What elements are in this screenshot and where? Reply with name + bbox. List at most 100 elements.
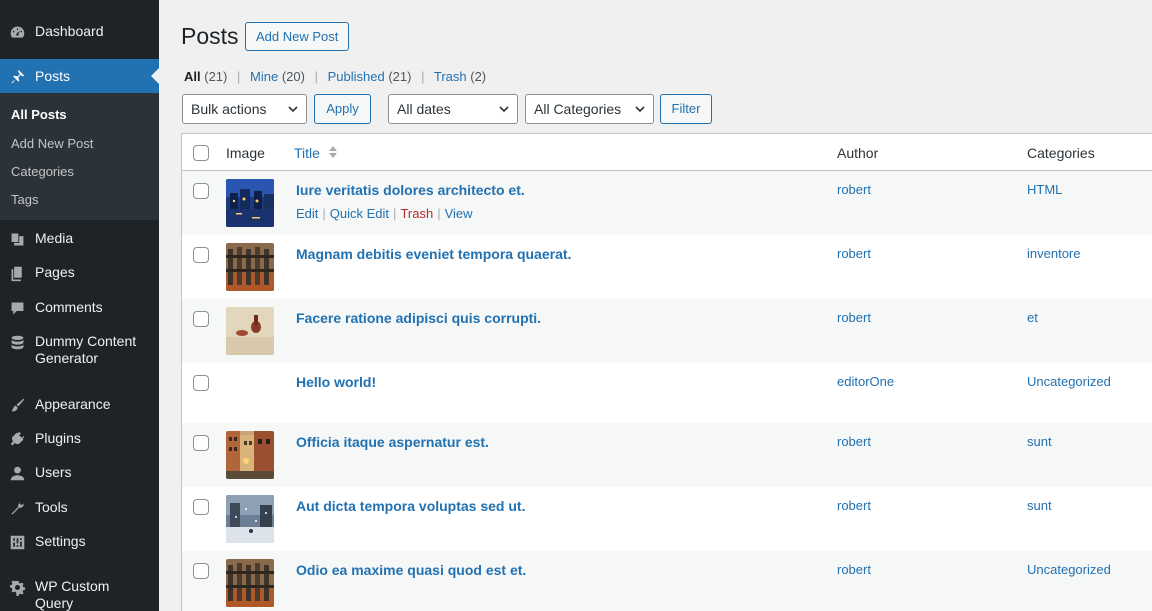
- posts-submenu: All Posts Add New Post Categories Tags: [0, 93, 159, 220]
- post-category-link[interactable]: Uncategorized: [1027, 562, 1111, 577]
- row-checkbox[interactable]: [193, 375, 209, 391]
- post-category-link[interactable]: Uncategorized: [1027, 374, 1111, 389]
- post-author-link[interactable]: editorOne: [837, 374, 894, 389]
- view-published-count: (21): [388, 69, 412, 84]
- trash-link[interactable]: Trash: [400, 206, 433, 221]
- row-checkbox[interactable]: [193, 499, 209, 515]
- media-icon: [7, 229, 27, 249]
- post-title-link[interactable]: Facere ratione adipisci quis corrupti.: [296, 310, 541, 326]
- sort-indicator-icon[interactable]: [328, 144, 338, 160]
- menu-item-media[interactable]: Media: [0, 229, 159, 249]
- users-icon: [7, 463, 27, 483]
- post-thumbnail[interactable]: [226, 495, 274, 543]
- menu-label: Plugins: [35, 430, 81, 446]
- post-author-link[interactable]: robert: [837, 498, 871, 513]
- row-checkbox[interactable]: [193, 563, 209, 579]
- menu-item-appearance[interactable]: Appearance: [0, 395, 159, 415]
- settings-icon: [7, 532, 27, 552]
- main-content: Posts Add New Post All (21) | Mine (20) …: [159, 0, 1152, 611]
- comments-icon: [7, 298, 27, 318]
- column-categories: Categories: [1027, 145, 1095, 161]
- menu-item-users[interactable]: Users: [0, 463, 159, 483]
- bulk-actions-select[interactable]: Bulk actions: [182, 94, 307, 124]
- post-thumbnail[interactable]: [226, 179, 274, 227]
- menu-item-dummy-content-generator[interactable]: Dummy Content Generator: [0, 332, 159, 367]
- post-author-link[interactable]: robert: [837, 310, 871, 325]
- row-checkbox[interactable]: [193, 435, 209, 451]
- row-checkbox[interactable]: [193, 311, 209, 327]
- submenu-all-posts[interactable]: All Posts: [11, 107, 67, 122]
- wrench-icon: [7, 498, 27, 518]
- dates-select[interactable]: All dates: [388, 94, 518, 124]
- view-mine-count: (20): [281, 69, 305, 84]
- apply-button[interactable]: Apply: [314, 94, 371, 124]
- menu-item-pages[interactable]: Pages: [0, 263, 159, 283]
- menu-item-tools[interactable]: Tools: [0, 498, 159, 518]
- post-status-filter: All (21) | Mine (20) | Published (21) | …: [184, 69, 486, 84]
- submenu-categories[interactable]: Categories: [11, 164, 74, 179]
- post-author-link[interactable]: robert: [837, 434, 871, 449]
- menu-label: Tools: [35, 499, 68, 515]
- chevron-down-icon: [499, 106, 509, 113]
- pushpin-icon: [7, 66, 27, 86]
- view-link[interactable]: View: [445, 206, 473, 221]
- separator: |: [237, 69, 241, 84]
- post-thumbnail[interactable]: [226, 431, 274, 479]
- post-author-link[interactable]: robert: [837, 182, 871, 197]
- post-category-link[interactable]: HTML: [1027, 182, 1062, 197]
- chevron-down-icon: [635, 106, 645, 113]
- menu-label: Comments: [35, 299, 103, 315]
- menu-label: WP Custom Query: [35, 578, 110, 611]
- post-title-link[interactable]: Magnam debitis eveniet tempora quaerat.: [296, 246, 571, 262]
- post-title-link[interactable]: Hello world!: [296, 374, 376, 390]
- menu-item-wp-custom-query[interactable]: WP Custom Query: [0, 577, 159, 611]
- categories-select[interactable]: All Categories: [525, 94, 654, 124]
- table-header: Image Title Author Categories: [182, 134, 1152, 171]
- view-trash-link[interactable]: Trash: [434, 69, 467, 84]
- view-published-link[interactable]: Published: [328, 69, 385, 84]
- post-category-link[interactable]: sunt: [1027, 434, 1052, 449]
- plugin-icon: [7, 429, 27, 449]
- filter-button[interactable]: Filter: [660, 94, 712, 124]
- post-title-link[interactable]: Officia itaque aspernatur est.: [296, 434, 489, 450]
- submenu-tags[interactable]: Tags: [11, 192, 38, 207]
- post-category-link[interactable]: inventore: [1027, 246, 1080, 261]
- separator: |: [421, 69, 425, 84]
- select-all-checkbox[interactable]: [193, 145, 209, 161]
- menu-item-plugins[interactable]: Plugins: [0, 429, 159, 449]
- post-title-link[interactable]: Iure veritatis dolores architecto et.: [296, 182, 525, 198]
- table-row: Facere ratione adipisci quis corrupti. r…: [182, 299, 1152, 363]
- submenu-add-new-post[interactable]: Add New Post: [11, 136, 93, 151]
- menu-label: Appearance: [35, 396, 111, 412]
- menu-item-dashboard[interactable]: Dashboard: [0, 22, 159, 42]
- menu-label: Posts: [35, 68, 71, 84]
- view-all-count: (21): [204, 69, 228, 84]
- post-author-link[interactable]: robert: [837, 246, 871, 261]
- post-category-link[interactable]: et: [1027, 310, 1038, 325]
- post-title-link[interactable]: Aut dicta tempora voluptas sed ut.: [296, 498, 525, 514]
- table-row: Officia itaque aspernatur est. robert su…: [182, 423, 1152, 487]
- table-row: Hello world! editorOne Uncategorized: [182, 363, 1152, 423]
- quick-edit-link[interactable]: Quick Edit: [330, 206, 389, 221]
- add-new-post-button[interactable]: Add New Post: [245, 22, 350, 51]
- table-row: Aut dicta tempora voluptas sed ut. rober…: [182, 487, 1152, 551]
- menu-item-settings[interactable]: Settings: [0, 532, 159, 552]
- column-title-sort[interactable]: Title: [294, 145, 320, 161]
- row-checkbox[interactable]: [193, 247, 209, 263]
- post-title-link[interactable]: Odio ea maxime quasi quod est et.: [296, 562, 526, 578]
- post-thumbnail[interactable]: [226, 559, 274, 607]
- menu-item-comments[interactable]: Comments: [0, 298, 159, 318]
- post-author-link[interactable]: robert: [837, 562, 871, 577]
- edit-link[interactable]: Edit: [296, 206, 318, 221]
- row-checkbox[interactable]: [193, 183, 209, 199]
- view-all-link[interactable]: All: [184, 69, 201, 84]
- post-thumbnail[interactable]: [226, 243, 274, 291]
- view-mine-link[interactable]: Mine: [250, 69, 278, 84]
- table-row: Magnam debitis eveniet tempora quaerat. …: [182, 235, 1152, 299]
- pages-icon: [7, 263, 27, 283]
- post-category-link[interactable]: sunt: [1027, 498, 1052, 513]
- bulk-actions-value: Bulk actions: [191, 101, 267, 117]
- dates-value: All dates: [397, 101, 451, 117]
- post-thumbnail[interactable]: [226, 307, 274, 355]
- menu-item-posts[interactable]: Posts: [0, 59, 159, 93]
